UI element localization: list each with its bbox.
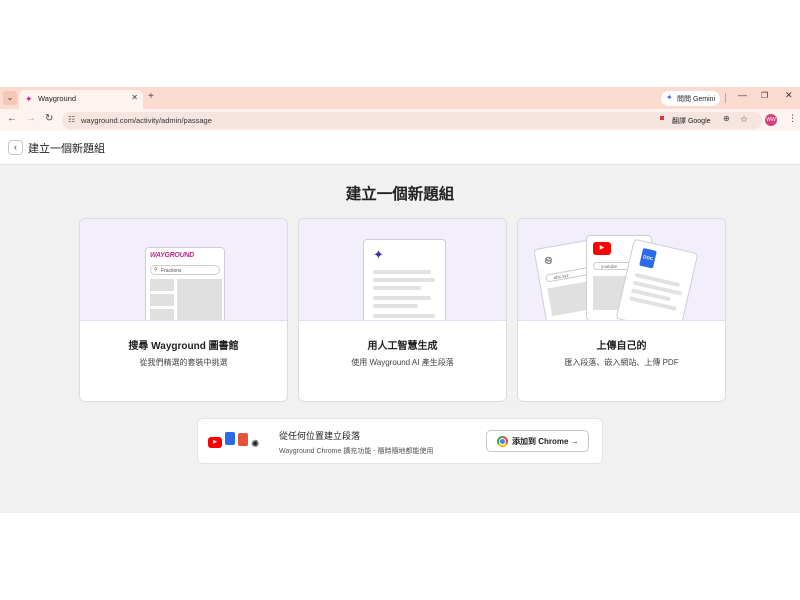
card-title: 搜尋 Wayground 圖書館 [128, 341, 239, 352]
tab-strip: ⌄ ✦ Wayground ✕ + ✦ 問問 Gemini — ❐ ✕ [0, 87, 800, 109]
back-arrow-icon[interactable]: ← [7, 113, 17, 124]
back-button[interactable]: ‹ [8, 140, 23, 155]
header-title: 建立一個新題組 [28, 143, 105, 155]
add-to-chrome-label: 添加到 Chrome → [512, 437, 579, 446]
text-line [373, 314, 435, 318]
more-menu-icon[interactable]: ⋮ [788, 113, 797, 124]
card-title: 用人工智慧生成 [367, 341, 438, 352]
minimize-icon[interactable]: — [738, 90, 747, 100]
banner-title: 從任何位置建立段落 [279, 431, 361, 441]
new-tab-icon[interactable]: + [148, 91, 154, 102]
gemini-sparkle-icon: ✦ [666, 93, 673, 102]
card-ai-generate[interactable]: ✦ 用人工智慧生成 使用 Wayground AI 產生段落 [298, 218, 507, 402]
wayground-favicon-icon: ✦ [25, 94, 33, 104]
card-subtitle: 使用 Wayground AI 產生段落 [351, 358, 454, 367]
tab-wayground[interactable]: ✦ Wayground ✕ [19, 90, 143, 109]
text-line [373, 286, 421, 290]
illustration-url-text: abc.xyz [553, 272, 570, 280]
banner-subtitle: Wayground Chrome 擴充功能 - 隨時隨地都能使用 [279, 448, 434, 455]
card-upload-own[interactable]: 🌐︎ abc.xyz ▶ youtube DOC 上傳自己的 匯入段落、嵌入網站… [517, 218, 726, 402]
library-illustration: WAYGROUND ⚲ Fractions [80, 219, 287, 321]
upload-illustration: 🌐︎ abc.xyz ▶ youtube DOC [518, 219, 725, 321]
add-to-chrome-button[interactable]: 添加到 Chrome → [486, 430, 589, 452]
text-line [373, 296, 431, 300]
browser-window: ⌄ ✦ Wayground ✕ + ✦ 問問 Gemini — ❐ ✕ ← → … [0, 87, 800, 513]
globe-icon: 🌐︎ [543, 255, 554, 268]
google-doc-icon: DOC [639, 247, 657, 269]
chrome-extension-banner: ▶ ✺ 從任何位置建立段落 Wayground Chrome 擴充功能 - 隨時… [197, 418, 603, 464]
library-sheet: WAYGROUND ⚲ Fractions [145, 247, 225, 320]
doc-file-icon [225, 432, 235, 445]
card-subtitle: 匯入段落、嵌入網站、上傳 PDF [564, 358, 679, 367]
url-text: wayground.com/activity/admin/passage [81, 116, 212, 125]
openai-icon: ✺ [251, 439, 260, 450]
card-search-library[interactable]: WAYGROUND ⚲ Fractions 搜尋 Wayground 圖書館 從… [79, 218, 288, 402]
illustration-search-box: ⚲ Fractions [150, 265, 220, 275]
zoom-icon[interactable]: ⊕ [723, 114, 730, 123]
site-info-icon[interactable]: ☷ [68, 115, 75, 124]
placeholder-block [150, 309, 174, 320]
gemini-label: 問問 Gemini [677, 96, 716, 103]
placeholder-block [177, 279, 222, 320]
google-lens-button[interactable]: ◙ 翻譯 Google [658, 113, 716, 128]
placeholder-block [547, 281, 592, 317]
placeholder-block [150, 279, 174, 291]
bookmark-star-icon[interactable]: ☆ [740, 114, 748, 125]
chrome-logo-icon [497, 436, 508, 447]
restore-icon[interactable]: ❐ [761, 91, 768, 100]
address-bar[interactable]: ☷ wayground.com/activity/admin/passage ◙… [62, 112, 762, 129]
avatar[interactable]: WW [765, 114, 777, 126]
wayground-logo: WAYGROUND [150, 252, 194, 259]
search-icon: ⚲ [154, 267, 158, 273]
ai-sheet: ✦ [363, 239, 446, 320]
ai-illustration: ✦ [299, 219, 506, 321]
reload-icon[interactable]: ↻ [45, 113, 53, 124]
placeholder-block [150, 294, 174, 306]
tab-close-icon[interactable]: ✕ [131, 93, 138, 102]
browser-toolbar: ← → ↻ ☷ wayground.com/activity/admin/pas… [0, 109, 800, 131]
forward-arrow-icon[interactable]: → [26, 113, 36, 124]
gemini-button[interactable]: ✦ 問問 Gemini [661, 91, 720, 106]
card-subtitle: 從我們精選的套裝中挑選 [139, 358, 228, 367]
sparkle-icon: ✦ [373, 247, 384, 262]
tab-title: Wayground [38, 94, 77, 103]
window-close-icon[interactable]: ✕ [785, 90, 793, 101]
page-header: ‹ 建立一個新題組 [0, 131, 800, 165]
google-lens-label: 翻譯 Google [672, 118, 711, 125]
text-line [373, 278, 435, 282]
divider [725, 93, 726, 103]
tab-search-icon[interactable]: ⌄ [3, 91, 17, 105]
card-title: 上傳自己的 [596, 341, 647, 352]
illustration-url-text: youtube [601, 263, 618, 269]
page-title: 建立一個新題組 [345, 186, 455, 203]
youtube-icon: ▶ [208, 437, 222, 448]
text-line [373, 270, 431, 274]
pdf-file-icon [238, 433, 248, 446]
camera-icon: ◙ [660, 115, 665, 122]
illustration-search-text: Fractions [161, 267, 182, 274]
text-line [373, 304, 418, 308]
youtube-icon: ▶ [593, 242, 611, 255]
